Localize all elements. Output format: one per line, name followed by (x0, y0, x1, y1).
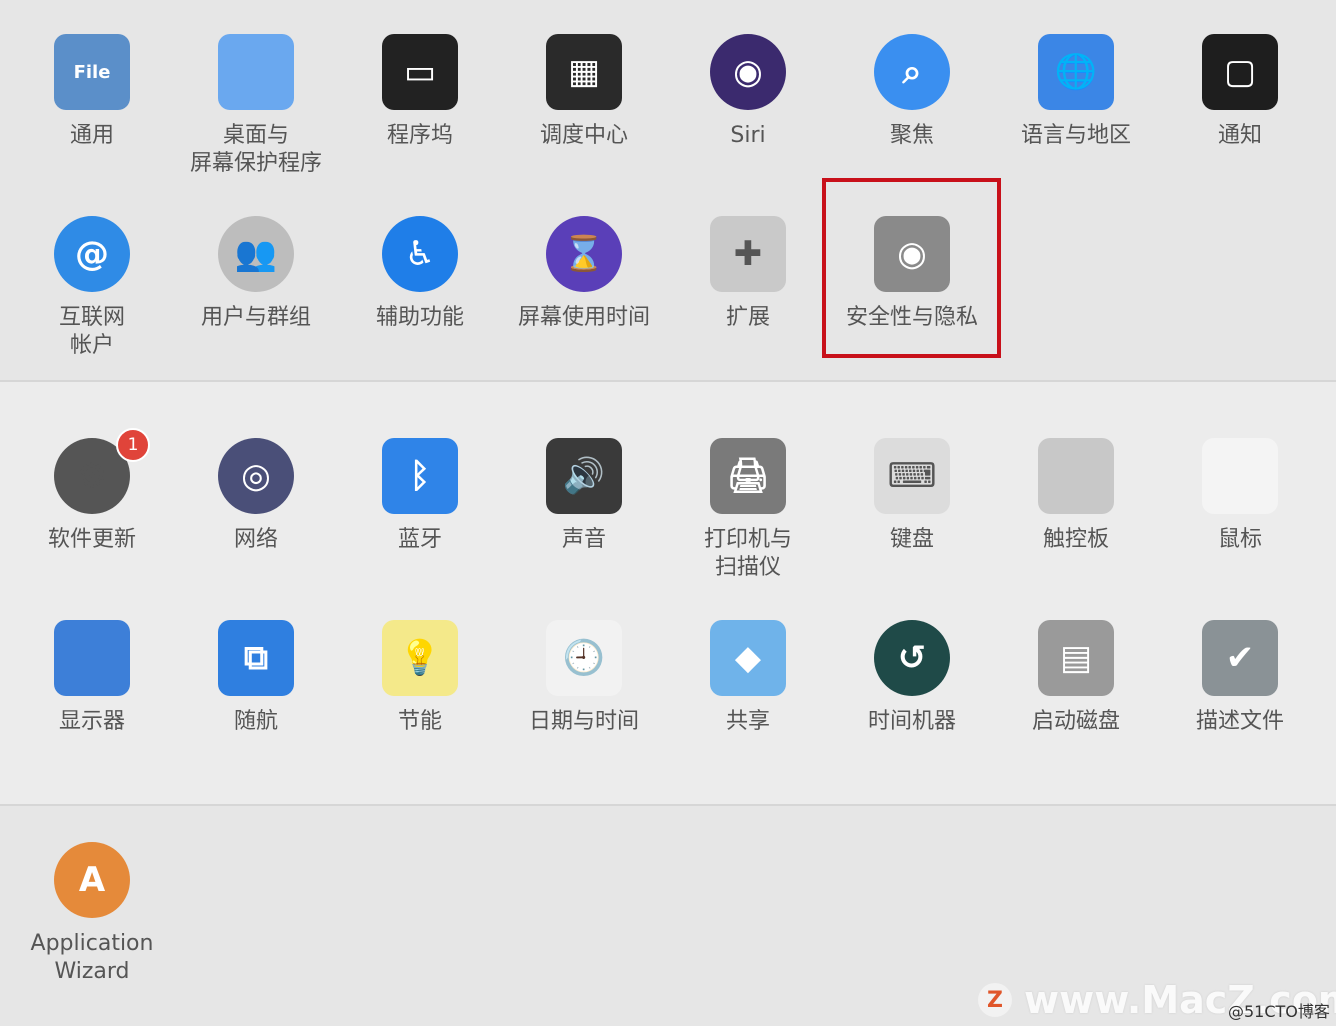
pref-item-label: 键盘 (889, 527, 934, 552)
pref-item-dock[interactable]: ▭ 程序坞 (338, 34, 502, 150)
network-icon: ◎ (218, 438, 294, 514)
pref-item-label: 鼠标 (1217, 527, 1262, 552)
bluetooth-icon: ᛒ (382, 438, 458, 514)
mission-control-icon: ▦ (546, 34, 622, 110)
pref-item-keyboard[interactable]: ⌨ 键盘 (830, 438, 994, 554)
pref-item-label: 软件更新 (47, 527, 136, 552)
pref-item-label: 日期与时间 (528, 709, 639, 734)
watermark-credit: @51CTO博客 (1228, 1002, 1330, 1021)
pref-item-label: 蓝牙 (397, 527, 442, 552)
pref-item-label: Siri (730, 123, 766, 148)
pref-item-label: 启动磁盘 (1031, 709, 1120, 734)
pref-item-label: 共享 (725, 709, 770, 734)
pref-item-sharing[interactable]: ◆ 共享 (666, 620, 830, 736)
pref-item-screen-time[interactable]: ⌛ 屏幕使用时间 (502, 216, 666, 332)
pref-item-spotlight[interactable]: ⌕ 聚焦 (830, 34, 994, 150)
dock-icon: ▭ (382, 34, 458, 110)
internet-accounts-icon: @ (54, 216, 130, 292)
screen-time-icon: ⌛ (546, 216, 622, 292)
startup-disk-icon: ▤ (1038, 620, 1114, 696)
pref-item-label: 显示器 (58, 709, 125, 734)
pref-item-label: 描述文件 (1195, 709, 1284, 734)
mouse-icon (1202, 438, 1278, 514)
pref-item-internet-accounts[interactable]: @ 互联网 帐户 (10, 216, 174, 360)
displays-icon (54, 620, 130, 696)
spotlight-icon: ⌕ (874, 34, 950, 110)
pref-item-label: 通知 (1217, 123, 1262, 148)
update-badge: 1 (116, 428, 150, 462)
accessibility-icon: ♿ (382, 216, 458, 292)
desktop-screensaver-icon (218, 34, 294, 110)
notifications-icon: ▢ (1202, 34, 1278, 110)
pref-item-label: 屏幕使用时间 (517, 305, 650, 330)
pref-item-sound[interactable]: 🔊 声音 (502, 438, 666, 554)
pref-item-sidecar[interactable]: ⧉ 随航 (174, 620, 338, 736)
pref-item-printers-scanners[interactable]: 🖨 打印机与 扫描仪 (666, 438, 830, 582)
pref-item-network[interactable]: ◎ 网络 (174, 438, 338, 554)
pref-item-displays[interactable]: 显示器 (10, 620, 174, 736)
pref-item-label: 桌面与 屏幕保护程序 (189, 123, 322, 176)
pref-item-label: 随航 (233, 709, 278, 734)
pref-item-label: 通用 (69, 123, 114, 148)
date-time-icon: 🕘 (546, 620, 622, 696)
pref-item-mission-control[interactable]: ▦ 调度中心 (502, 34, 666, 150)
pref-item-startup-disk[interactable]: ▤ 启动磁盘 (994, 620, 1158, 736)
pref-item-siri[interactable]: ◉ Siri (666, 34, 830, 150)
pref-item-label: 网络 (233, 527, 278, 552)
trackpad-icon (1038, 438, 1114, 514)
pref-item-label: 语言与地区 (1020, 123, 1131, 148)
pref-item-label: 扩展 (725, 305, 770, 330)
pref-item-label: 互联网 帐户 (58, 305, 125, 358)
pref-item-label: 辅助功能 (375, 305, 464, 330)
pref-item-language-region[interactable]: 🌐 语言与地区 (994, 34, 1158, 150)
macz-logo: Z (978, 983, 1012, 1017)
pref-item-bluetooth[interactable]: ᛒ 蓝牙 (338, 438, 502, 554)
pref-item-trackpad[interactable]: 触控板 (994, 438, 1158, 554)
sidecar-icon: ⧉ (218, 620, 294, 696)
pref-item-date-time[interactable]: 🕘 日期与时间 (502, 620, 666, 736)
pref-item-label: 触控板 (1042, 527, 1109, 552)
sound-icon: 🔊 (546, 438, 622, 514)
software-update-icon: ⚙ 1 (54, 428, 150, 514)
energy-saver-icon: 💡 (382, 620, 458, 696)
pref-item-mouse[interactable]: 鼠标 (1158, 438, 1322, 554)
extensions-icon: ✚ (710, 216, 786, 292)
pref-item-notifications[interactable]: ▢ 通知 (1158, 34, 1322, 150)
users-groups-icon: 👥 (218, 216, 294, 292)
pref-item-label: 用户与群组 (200, 305, 311, 330)
application-wizard-icon: A (54, 842, 130, 918)
pref-item-energy-saver[interactable]: 💡 节能 (338, 620, 502, 736)
siri-icon: ◉ (710, 34, 786, 110)
time-machine-icon: ↺ (874, 620, 950, 696)
printers-scanners-icon: 🖨 (710, 438, 786, 514)
pref-item-time-machine[interactable]: ↺ 时间机器 (830, 620, 994, 736)
pref-item-label: 打印机与 扫描仪 (703, 527, 792, 580)
keyboard-icon: ⌨ (874, 438, 950, 514)
pref-item-label: 聚焦 (889, 123, 934, 148)
pref-item-users-groups[interactable]: 👥 用户与群组 (174, 216, 338, 332)
highlight-box (822, 178, 1001, 358)
pref-item-accessibility[interactable]: ♿ 辅助功能 (338, 216, 502, 332)
pref-item-label: 节能 (397, 709, 442, 734)
profiles-icon: ✔ (1202, 620, 1278, 696)
pref-item-label: 声音 (561, 527, 606, 552)
pref-item-label: Application Wizard (30, 931, 154, 984)
pref-item-application-wizard[interactable]: A Application Wizard (10, 842, 174, 986)
pref-item-desktop-screensaver[interactable]: 桌面与 屏幕保护程序 (174, 34, 338, 178)
sharing-icon: ◆ (710, 620, 786, 696)
pref-item-label: 程序坞 (386, 123, 453, 148)
pref-item-label: 时间机器 (867, 709, 956, 734)
pref-item-profiles[interactable]: ✔ 描述文件 (1158, 620, 1322, 736)
language-region-icon: 🌐 (1038, 34, 1114, 110)
pref-item-label: 调度中心 (539, 123, 628, 148)
pref-item-extensions[interactable]: ✚ 扩展 (666, 216, 830, 332)
pref-item-software-update[interactable]: ⚙ 1 软件更新 (10, 428, 174, 554)
general-icon: File (54, 34, 130, 110)
pref-item-general[interactable]: File 通用 (10, 34, 174, 150)
